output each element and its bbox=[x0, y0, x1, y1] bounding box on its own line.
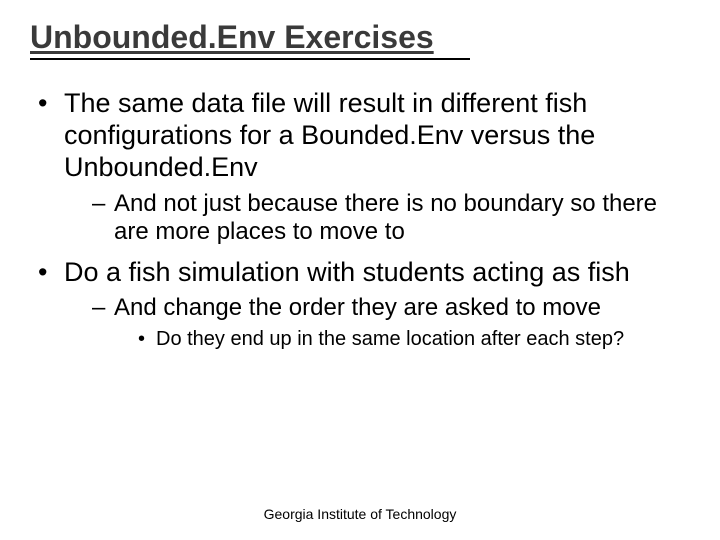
bullet-sublist: And change the order they are asked to m… bbox=[64, 294, 684, 351]
bullet-text: Do a fish simulation with students actin… bbox=[64, 257, 630, 287]
bullet-level2: And change the order they are asked to m… bbox=[92, 294, 684, 351]
slide: Unbounded.Env Exercises The same data fi… bbox=[0, 0, 720, 540]
bullet-text: And change the order they are asked to m… bbox=[114, 294, 601, 321]
bullet-text: And not just because there is no boundar… bbox=[114, 190, 657, 245]
bullet-sublist: And not just because there is no boundar… bbox=[64, 190, 684, 247]
bullet-subsublist: Do they end up in the same location afte… bbox=[114, 327, 684, 351]
bullet-text: The same data file will result in differ… bbox=[64, 88, 595, 182]
bullet-level1: Do a fish simulation with students actin… bbox=[38, 257, 684, 352]
bullet-text: Do they end up in the same location afte… bbox=[156, 328, 624, 350]
footer-text: Georgia Institute of Technology bbox=[0, 506, 720, 522]
bullet-level3: Do they end up in the same location afte… bbox=[138, 327, 684, 351]
bullet-list: The same data file will result in differ… bbox=[30, 88, 690, 351]
bullet-level2: And not just because there is no boundar… bbox=[92, 190, 684, 247]
slide-title: Unbounded.Env Exercises bbox=[30, 18, 470, 60]
bullet-level1: The same data file will result in differ… bbox=[38, 88, 684, 246]
